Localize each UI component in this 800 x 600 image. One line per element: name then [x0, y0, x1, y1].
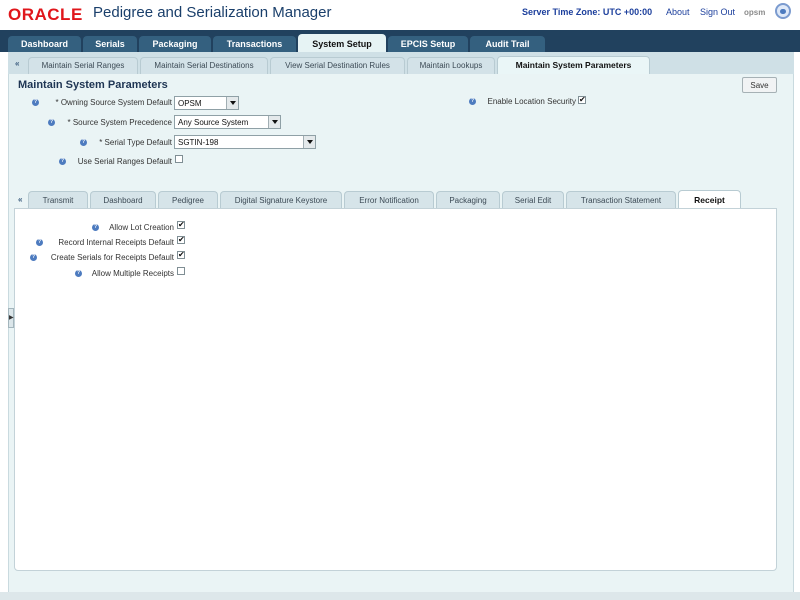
tab-receipt[interactable]: Receipt	[678, 190, 741, 208]
user-icon[interactable]	[775, 3, 791, 19]
tab-digital-signature-keystore[interactable]: Digital Signature Keystore	[220, 191, 342, 208]
use-serial-ranges-label: Use Serial Ranges Default	[77, 157, 172, 166]
create-serials-for-receipts-checkbox[interactable]: ✔	[177, 251, 185, 259]
source-precedence-select[interactable]: Any Source System	[174, 115, 281, 129]
tab-pedigree[interactable]: Pedigree	[158, 191, 218, 208]
serial-type-label: * Serial Type Default	[99, 138, 172, 147]
help-icon[interactable]: ?	[36, 239, 43, 246]
app-title: Pedigree and Serialization Manager	[93, 4, 332, 21]
tab-system-setup[interactable]: System Setup	[298, 34, 386, 52]
subtab-maintain-serial-destinations[interactable]: Maintain Serial Destinations	[140, 57, 268, 74]
tab-transactions[interactable]: Transactions	[213, 36, 296, 52]
about-link[interactable]: About	[666, 7, 690, 17]
user-name: opsm	[744, 8, 766, 17]
tab-audit-trail[interactable]: Audit Trail	[470, 36, 545, 52]
tab-dashboard[interactable]: Dashboard	[8, 36, 81, 52]
enable-location-security-label: Enable Location Security	[487, 97, 577, 106]
tab-epcis-setup[interactable]: EPCIS Setup	[388, 36, 468, 52]
server-time-zone: Server Time Zone: UTC +00:00	[522, 7, 653, 17]
sub-tab-bar: « Maintain Serial Ranges Maintain Serial…	[8, 52, 794, 74]
allow-lot-creation-label: Allow Lot Creation	[109, 223, 174, 232]
help-icon[interactable]: ?	[48, 119, 55, 126]
tab-serials[interactable]: Serials	[83, 36, 137, 52]
receipt-panel	[14, 208, 777, 571]
oracle-logo: ORACLE	[8, 5, 83, 24]
help-icon[interactable]: ?	[80, 139, 87, 146]
save-button[interactable]: Save	[742, 77, 777, 93]
allow-multiple-receipts-checkbox[interactable]	[177, 267, 185, 275]
allow-multiple-receipts-label: Allow Multiple Receipts	[91, 269, 174, 278]
serial-type-select[interactable]: SGTIN-198	[174, 135, 316, 149]
use-serial-ranges-checkbox[interactable]	[175, 155, 183, 163]
inner-tabs-scroll-left[interactable]: «	[18, 195, 22, 204]
record-internal-receipts-checkbox[interactable]: ✔	[177, 236, 185, 244]
subtab-maintain-lookups[interactable]: Maintain Lookups	[407, 57, 495, 74]
tab-packaging[interactable]: Packaging	[139, 36, 211, 52]
sign-out-link[interactable]: Sign Out	[700, 7, 735, 17]
record-internal-receipts-label: Record Internal Receipts Default	[58, 238, 174, 247]
help-icon[interactable]: ?	[75, 270, 82, 277]
create-serials-for-receipts-label: Create Serials for Receipts Default	[50, 253, 174, 262]
tab-serial-edit[interactable]: Serial Edit	[502, 191, 564, 208]
main-tab-bar: Dashboard Serials Packaging Transactions…	[0, 30, 800, 52]
owning-source-select[interactable]: OPSM	[174, 96, 239, 110]
tab-transaction-statement[interactable]: Transaction Statement	[566, 191, 676, 208]
subtab-maintain-serial-ranges[interactable]: Maintain Serial Ranges	[28, 57, 138, 74]
tab-transmit[interactable]: Transmit	[28, 191, 88, 208]
chevron-down-icon[interactable]	[226, 97, 238, 109]
parameter-tab-bar: « Transmit Dashboard Pedigree Digital Si…	[14, 190, 778, 208]
source-precedence-value: Any Source System	[178, 118, 249, 127]
help-icon[interactable]: ?	[32, 99, 39, 106]
allow-lot-creation-checkbox[interactable]: ✔	[177, 221, 185, 229]
help-icon[interactable]: ?	[30, 254, 37, 261]
serial-type-value: SGTIN-198	[178, 138, 219, 147]
chevron-down-icon[interactable]	[303, 136, 315, 148]
footer-bar	[0, 592, 800, 600]
owning-source-label: * Owning Source System Default	[55, 98, 173, 107]
help-icon[interactable]: ?	[469, 98, 476, 105]
source-precedence-label: * Source System Precedence	[67, 118, 173, 127]
chevron-down-icon[interactable]	[268, 116, 280, 128]
tab-packaging-params[interactable]: Packaging	[436, 191, 500, 208]
tab-dashboard-params[interactable]: Dashboard	[90, 191, 156, 208]
help-icon[interactable]: ?	[92, 224, 99, 231]
sub-tabs-scroll-left[interactable]: «	[15, 59, 19, 68]
help-icon[interactable]: ?	[59, 158, 66, 165]
subtab-view-serial-destination-rules[interactable]: View Serial Destination Rules	[270, 57, 405, 74]
owning-source-value: OPSM	[178, 99, 202, 108]
subtab-maintain-system-parameters[interactable]: Maintain System Parameters	[497, 56, 650, 74]
tab-error-notification[interactable]: Error Notification	[344, 191, 434, 208]
enable-location-security-checkbox[interactable]: ✔	[578, 96, 586, 104]
app-header: ORACLE Pedigree and Serialization Manage…	[0, 0, 800, 30]
page-title: Maintain System Parameters	[18, 79, 168, 91]
